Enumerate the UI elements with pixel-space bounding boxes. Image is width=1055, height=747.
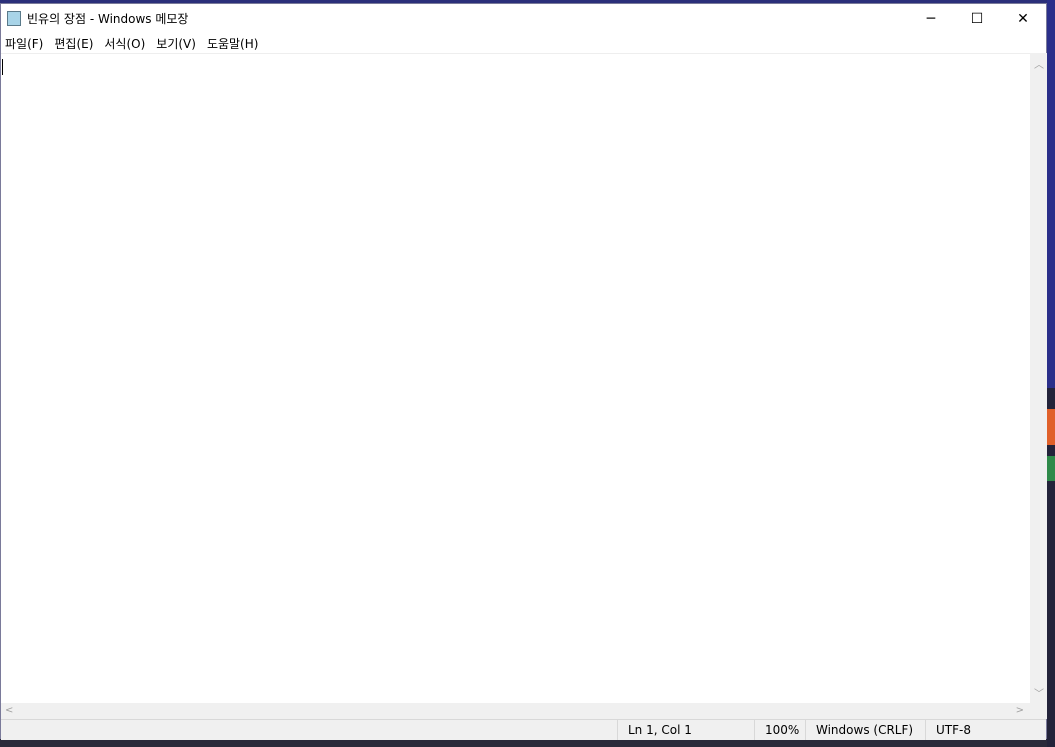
menu-file[interactable]: 파일(F) xyxy=(1,35,50,52)
zoom-level: 100% xyxy=(754,720,805,740)
title-bar: 빈유의 장점 - Windows 메모장 ─ ☐ ✕ xyxy=(1,4,1046,33)
text-editor[interactable] xyxy=(1,53,1030,704)
vertical-scrollbar[interactable]: ︿ ﹀ xyxy=(1030,53,1047,703)
scroll-up-icon[interactable]: ︿ xyxy=(1034,56,1044,71)
maximize-button[interactable]: ☐ xyxy=(954,4,1000,33)
menu-edit[interactable]: 편집(E) xyxy=(50,35,100,52)
menu-view[interactable]: 보기(V) xyxy=(152,35,203,52)
line-ending: Windows (CRLF) xyxy=(805,720,925,740)
text-caret xyxy=(2,59,3,75)
scroll-left-icon[interactable]: < xyxy=(5,705,13,716)
menu-help[interactable]: 도움말(H) xyxy=(203,35,266,52)
notepad-window: 빈유의 장점 - Windows 메모장 ─ ☐ ✕ 파일(F) 편집(E) 서… xyxy=(0,3,1047,740)
menu-format[interactable]: 서식(O) xyxy=(100,35,152,52)
cursor-position: Ln 1, Col 1 xyxy=(617,720,754,740)
scroll-right-icon[interactable]: > xyxy=(1016,705,1024,716)
minimize-button[interactable]: ─ xyxy=(908,4,954,33)
scrollbar-corner xyxy=(1030,703,1047,719)
menu-bar: 파일(F) 편집(E) 서식(O) 보기(V) 도움말(H) xyxy=(1,33,1046,53)
scroll-down-icon[interactable]: ﹀ xyxy=(1034,685,1044,700)
notepad-icon xyxy=(7,11,21,26)
horizontal-scrollbar[interactable]: < > xyxy=(1,703,1030,719)
status-bar: Ln 1, Col 1 100% Windows (CRLF) UTF-8 xyxy=(1,719,1046,740)
encoding: UTF-8 xyxy=(925,720,1036,740)
desktop-edge xyxy=(1047,0,1055,747)
close-button[interactable]: ✕ xyxy=(1000,4,1046,33)
window-title: 빈유의 장점 - Windows 메모장 xyxy=(27,12,189,26)
